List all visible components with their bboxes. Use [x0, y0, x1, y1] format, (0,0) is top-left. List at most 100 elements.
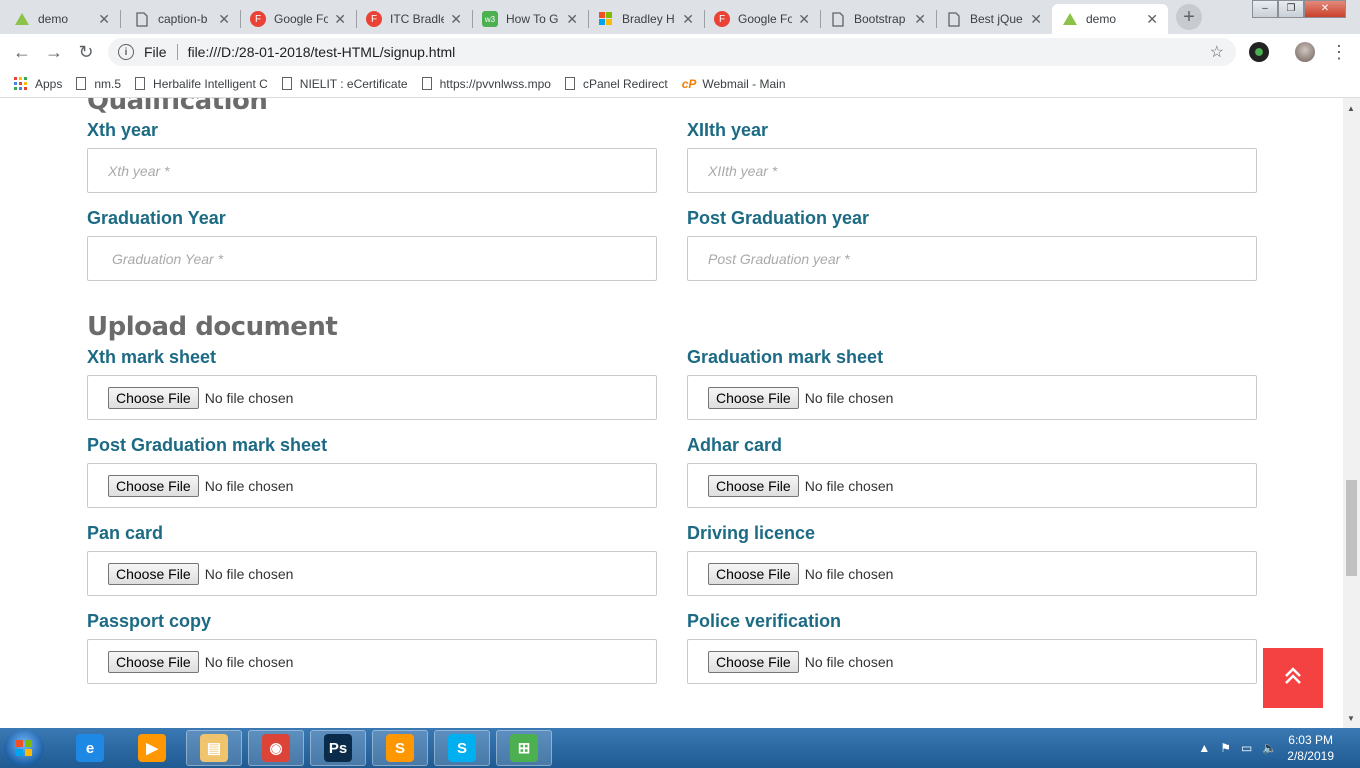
bookmark-7[interactable]: cP Webmail - Main — [682, 77, 786, 91]
graduation-mark-sheet-file-field[interactable]: Choose File No file chosen — [687, 375, 1257, 420]
tab-close-icon[interactable]: ✕ — [218, 11, 230, 28]
post-graduation-mark-sheet-file-field[interactable]: Choose File No file chosen — [87, 463, 657, 508]
bookmark-3[interactable]: Herbalife Intelligent C — [135, 77, 268, 91]
taskbar-item-4[interactable]: ◉ — [248, 730, 304, 766]
scroll-up-arrow-icon[interactable]: ▲ — [1347, 104, 1355, 113]
taskbar-item-8[interactable]: ⊞ — [496, 730, 552, 766]
tab-6[interactable]: Bradley H ✕ — [588, 4, 704, 34]
taskbar-item-7[interactable]: S — [434, 730, 490, 766]
no-file-chosen-text: No file chosen — [204, 389, 294, 406]
choose-file-button[interactable]: Choose File — [708, 386, 799, 409]
taskbar-item-6[interactable]: S — [372, 730, 428, 766]
address-bar[interactable]: i File file:///D:/28-01-2018/test-HTML/s… — [108, 38, 1236, 66]
bookmark-4[interactable]: NIELIT : eCertificate — [281, 77, 408, 91]
tab-close-icon[interactable]: ✕ — [798, 11, 810, 28]
address-url[interactable]: file:///D:/28-01-2018/test-HTML/signup.h… — [188, 44, 456, 60]
xiith-year-field[interactable] — [687, 148, 1257, 193]
bookmark-star-icon[interactable]: ☆ — [1210, 42, 1224, 62]
tab-8[interactable]: Bootstrap ✕ — [820, 4, 936, 34]
tab-4[interactable]: F ITC Bradle ✕ — [356, 4, 472, 34]
bookmark-label: Webmail - Main — [702, 76, 786, 91]
document-icon — [830, 11, 846, 27]
taskbar-item-5[interactable]: Ps — [310, 730, 366, 766]
tab-2[interactable]: caption-b ✕ — [124, 4, 240, 34]
scrollbar-thumb[interactable] — [1346, 480, 1357, 576]
internet-explorer-icon: e — [76, 734, 104, 762]
tab-3[interactable]: F Google Fo ✕ — [240, 4, 356, 34]
volume-icon[interactable]: 🔈 — [1262, 741, 1277, 755]
tab-close-icon[interactable]: ✕ — [682, 11, 694, 28]
tab-close-icon[interactable]: ✕ — [450, 11, 462, 28]
bookmark-5[interactable]: https://pvvnlwss.mpo — [421, 76, 551, 91]
tab-close-icon[interactable]: ✕ — [1030, 11, 1042, 28]
vertical-scrollbar[interactable]: ▲ ▼ — [1343, 98, 1360, 728]
tab-close-icon[interactable]: ✕ — [334, 11, 346, 28]
tab-close-icon[interactable]: ✕ — [98, 11, 110, 28]
menu-kebab-icon[interactable]: ⋮ — [1327, 40, 1351, 64]
photoshop-icon: Ps — [324, 734, 352, 762]
close-window-button[interactable]: ✕ — [1304, 0, 1346, 18]
police-verification-file-field[interactable]: Choose File No file chosen — [687, 639, 1257, 684]
tab-close-icon[interactable]: ✕ — [566, 11, 578, 28]
choose-file-button[interactable]: Choose File — [108, 386, 199, 409]
xiith-year-input[interactable] — [688, 149, 1256, 192]
media-player-icon: ▶ — [138, 734, 166, 762]
choose-file-button[interactable]: Choose File — [108, 562, 199, 585]
address-divider — [176, 44, 178, 60]
driving-licence-file-field[interactable]: Choose File No file chosen — [687, 551, 1257, 596]
network-icon[interactable]: ▭ — [1241, 741, 1252, 755]
xth-year-field[interactable] — [87, 148, 657, 193]
tab-7[interactable]: F Google Fo ✕ — [704, 4, 820, 34]
info-icon[interactable]: i — [118, 44, 134, 60]
bookmark-6[interactable]: cPanel Redirect — [564, 77, 668, 91]
bookmark-2[interactable]: nm.5 — [76, 77, 121, 91]
tab-5[interactable]: w3 How To G ✕ — [472, 4, 588, 34]
choose-file-button[interactable]: Choose File — [708, 562, 799, 585]
tab-close-icon[interactable]: ✕ — [1146, 11, 1158, 28]
qualification-heading: Qualification — [87, 98, 268, 116]
minimize-button[interactable]: – — [1252, 0, 1278, 18]
graduation-year-input[interactable] — [88, 237, 656, 280]
clock[interactable]: 6:03 PM 2/8/2019 — [1287, 732, 1334, 764]
tab-10[interactable]: demo ✕ — [1052, 4, 1168, 34]
start-button[interactable] — [4, 730, 44, 766]
taskbar-item-3[interactable]: ▤ — [186, 730, 242, 766]
choose-file-button[interactable]: Choose File — [708, 650, 799, 673]
taskbar-item-1[interactable]: e — [62, 730, 118, 766]
scroll-to-top-button[interactable] — [1263, 648, 1323, 708]
no-file-chosen-text: No file chosen — [204, 477, 294, 494]
tab-1[interactable]: demo ✕ — [4, 4, 120, 34]
choose-file-button[interactable]: Choose File — [708, 474, 799, 497]
forward-icon[interactable]: → — [42, 40, 66, 64]
bookmark-label: https://pvvnlwss.mpo — [439, 76, 551, 91]
graduation-year-field[interactable] — [87, 236, 657, 281]
no-file-chosen-text: No file chosen — [804, 653, 894, 670]
bookmark-1[interactable]: Apps — [14, 77, 62, 91]
taskbar-item-2[interactable]: ▶ — [124, 730, 180, 766]
xth-year-label: Xth year — [87, 120, 159, 140]
passport-copy-file-field[interactable]: Choose File No file chosen — [87, 639, 657, 684]
profile-avatar[interactable] — [1295, 42, 1315, 62]
file-explorer-icon: ▤ — [200, 734, 228, 762]
scroll-down-arrow-icon[interactable]: ▼ — [1347, 714, 1355, 723]
back-icon[interactable]: ← — [10, 40, 34, 64]
extension-icon[interactable] — [1249, 42, 1269, 62]
driving-licence-label: Driving licence — [687, 523, 816, 543]
xth-mark-sheet-file-field[interactable]: Choose File No file chosen — [87, 375, 657, 420]
post-graduation-year-input[interactable] — [688, 237, 1256, 280]
post-graduation-year-field[interactable] — [687, 236, 1257, 281]
pan-card-file-field[interactable]: Choose File No file chosen — [87, 551, 657, 596]
show-hidden-icons-icon[interactable]: ▲ — [1198, 741, 1210, 755]
xth-year-input[interactable] — [88, 149, 656, 192]
maximize-button[interactable]: ❐ — [1278, 0, 1304, 18]
tab-9[interactable]: Best jQue ✕ — [936, 4, 1052, 34]
action-center-flag-icon[interactable]: ⚑ — [1220, 741, 1231, 755]
windows-media-center-icon: ⊞ — [510, 734, 538, 762]
new-tab-button[interactable]: + — [1176, 4, 1202, 30]
reload-icon[interactable]: ↻ — [74, 40, 98, 64]
adhar-card-file-field[interactable]: Choose File No file chosen — [687, 463, 1257, 508]
tab-close-icon[interactable]: ✕ — [914, 11, 926, 28]
no-file-chosen-text: No file chosen — [804, 565, 894, 582]
choose-file-button[interactable]: Choose File — [108, 474, 199, 497]
choose-file-button[interactable]: Choose File — [108, 650, 199, 673]
